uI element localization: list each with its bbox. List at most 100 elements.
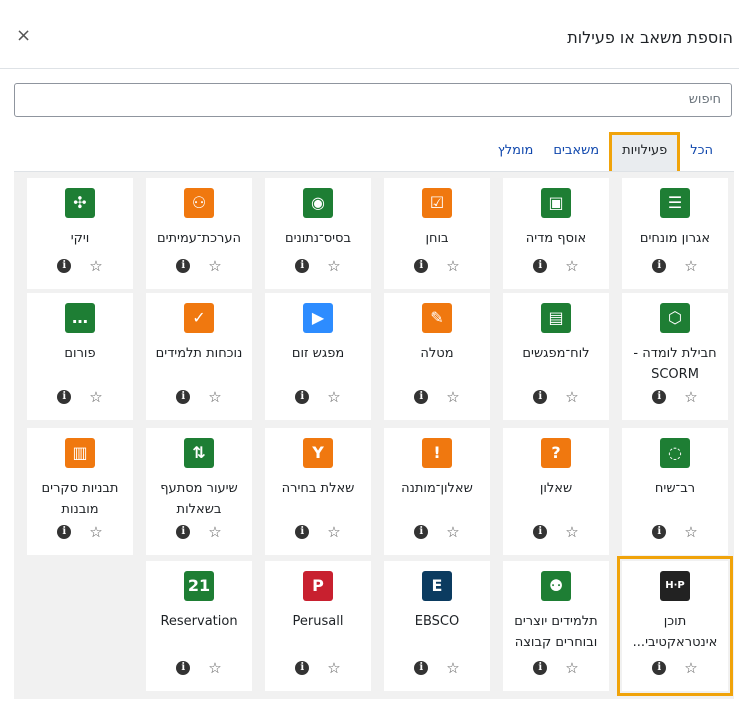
info-icon[interactable]: i: [652, 525, 667, 539]
star-icon[interactable]: ☆: [208, 525, 221, 543]
card-actions: i ☆: [503, 259, 609, 277]
activity-card[interactable]: ⚇ הערכת־עמיתים i ☆: [146, 178, 252, 289]
activity-card[interactable]: ! שאלון־מותנה i ☆: [384, 428, 490, 555]
activity-card[interactable]: ▤ לוח־מפגשים i ☆: [503, 293, 609, 420]
star-icon[interactable]: ☆: [565, 390, 578, 408]
activity-card[interactable]: ✎ מטלה i ☆: [384, 293, 490, 420]
tab-resources[interactable]: משאבים: [543, 132, 609, 172]
info-icon[interactable]: i: [652, 661, 667, 675]
info-icon[interactable]: i: [533, 259, 548, 273]
info-icon[interactable]: i: [414, 661, 429, 675]
star-icon[interactable]: ☆: [684, 661, 697, 679]
info-icon[interactable]: i: [57, 259, 72, 273]
card-actions: i ☆: [265, 525, 371, 543]
info-icon[interactable]: i: [414, 259, 429, 273]
tab-recommended[interactable]: מומלץ: [488, 132, 544, 172]
activity-name: מטלה: [420, 346, 454, 361]
close-icon[interactable]: ×: [16, 27, 31, 45]
star-icon[interactable]: ☆: [446, 390, 459, 408]
star-icon[interactable]: ☆: [684, 525, 697, 543]
info-icon[interactable]: i: [176, 661, 191, 675]
star-icon[interactable]: ☆: [89, 259, 102, 277]
star-icon[interactable]: ☆: [208, 390, 221, 408]
info-icon[interactable]: i: [414, 390, 429, 404]
info-icon[interactable]: i: [176, 525, 191, 539]
activity-card[interactable]: 21 Reservation i ☆: [146, 561, 252, 691]
calendar-icon: ▤: [541, 303, 571, 333]
star-icon[interactable]: ☆: [89, 525, 102, 543]
card-actions: i ☆: [265, 259, 371, 277]
info-icon[interactable]: i: [176, 390, 191, 404]
activity-card[interactable]: ✣ ויקי i ☆: [27, 178, 133, 289]
star-icon[interactable]: ☆: [446, 661, 459, 679]
star-icon[interactable]: ☆: [565, 259, 578, 277]
card-actions: i ☆: [146, 661, 252, 679]
activity-card[interactable]: ✓ נוכחות תלמידים i ☆: [146, 293, 252, 420]
tab-all[interactable]: הכל: [680, 132, 723, 172]
info-icon[interactable]: i: [414, 525, 429, 539]
info-icon[interactable]: i: [57, 525, 72, 539]
activity-card[interactable]: ◌ רב־שיח i ☆: [622, 428, 728, 555]
activity-card[interactable]: ▣ אוסף מדיה i ☆: [503, 178, 609, 289]
info-icon[interactable]: i: [533, 661, 548, 675]
star-icon[interactable]: ☆: [208, 661, 221, 679]
activity-card[interactable]: ? שאלון i ☆: [503, 428, 609, 555]
activity-card[interactable]: ☰ אגרון מונחים i ☆: [622, 178, 728, 289]
list-icon: ☰: [660, 188, 690, 218]
star-icon[interactable]: ☆: [446, 525, 459, 543]
activity-name: שאלון־מותנה: [401, 481, 473, 496]
info-icon[interactable]: i: [652, 390, 667, 404]
star-icon[interactable]: ☆: [327, 390, 340, 408]
activity-card[interactable]: ⚉ תלמידים יוצרים ובוחרים קבוצה i ☆: [503, 561, 609, 691]
activity-name: פורום: [64, 346, 96, 361]
activity-name: אוסף מדיה: [525, 231, 587, 246]
activity-name: מפגש זום: [291, 346, 345, 361]
star-icon[interactable]: ☆: [208, 259, 221, 277]
activity-card[interactable]: … פורום i ☆: [27, 293, 133, 420]
card-actions: i ☆: [503, 661, 609, 679]
card-actions: i ☆: [503, 390, 609, 408]
activity-name: Perusall: [292, 614, 344, 629]
info-icon[interactable]: i: [295, 259, 310, 273]
activity-card[interactable]: ▥ תבניות סקרים מובנות i ☆: [27, 428, 133, 555]
star-icon[interactable]: ☆: [327, 259, 340, 277]
dialog-header: הוספת משאב או פעילות ×: [0, 0, 739, 69]
star-icon[interactable]: ☆: [684, 390, 697, 408]
card-actions: i ☆: [27, 525, 133, 543]
info-icon[interactable]: i: [533, 390, 548, 404]
package-icon: ⬡: [660, 303, 690, 333]
dialog-title: הוספת משאב או פעילות: [567, 28, 733, 47]
tab-bar: הכל פעילויות משאבים מומלץ: [488, 132, 723, 172]
activity-card[interactable]: E EBSCO i ☆: [384, 561, 490, 691]
activity-card[interactable]: ⇅ שיעור מסתעף בשאלות i ☆: [146, 428, 252, 555]
calendar-21-icon: 21: [184, 571, 214, 601]
info-icon[interactable]: i: [652, 259, 667, 273]
activity-card[interactable]: ☑ בוחן i ☆: [384, 178, 490, 289]
star-icon[interactable]: ☆: [565, 661, 578, 679]
star-icon[interactable]: ☆: [565, 525, 578, 543]
star-icon[interactable]: ☆: [446, 259, 459, 277]
info-icon[interactable]: i: [295, 525, 310, 539]
info-icon[interactable]: i: [295, 390, 310, 404]
edit-icon: ✎: [422, 303, 452, 333]
info-icon[interactable]: i: [295, 661, 310, 675]
activity-card[interactable]: ▶ מפגש זום i ☆: [265, 293, 371, 420]
search-input[interactable]: חיפוש: [14, 83, 732, 117]
star-icon[interactable]: ☆: [327, 661, 340, 679]
card-actions: i ☆: [384, 259, 490, 277]
activity-card[interactable]: P Perusall i ☆: [265, 561, 371, 691]
activity-name: בסיס־נתונים: [284, 231, 351, 246]
star-icon[interactable]: ☆: [327, 525, 340, 543]
activity-card[interactable]: H·P תוכן אינטראקטיבי... i ☆: [617, 556, 733, 696]
star-icon[interactable]: ☆: [684, 259, 697, 277]
activity-card[interactable]: Y שאלת בחירה i ☆: [265, 428, 371, 555]
peers-icon: ⚇: [184, 188, 214, 218]
activity-card[interactable]: ◉ בסיס־נתונים i ☆: [265, 178, 371, 289]
tab-activities[interactable]: פעילויות: [609, 132, 681, 172]
ebsco-icon: E: [422, 571, 452, 601]
info-icon[interactable]: i: [57, 390, 72, 404]
star-icon[interactable]: ☆: [89, 390, 102, 408]
activity-card[interactable]: ⬡ חבילת לומדה - SCORM i ☆: [622, 293, 728, 420]
info-icon[interactable]: i: [533, 525, 548, 539]
info-icon[interactable]: i: [176, 259, 191, 273]
